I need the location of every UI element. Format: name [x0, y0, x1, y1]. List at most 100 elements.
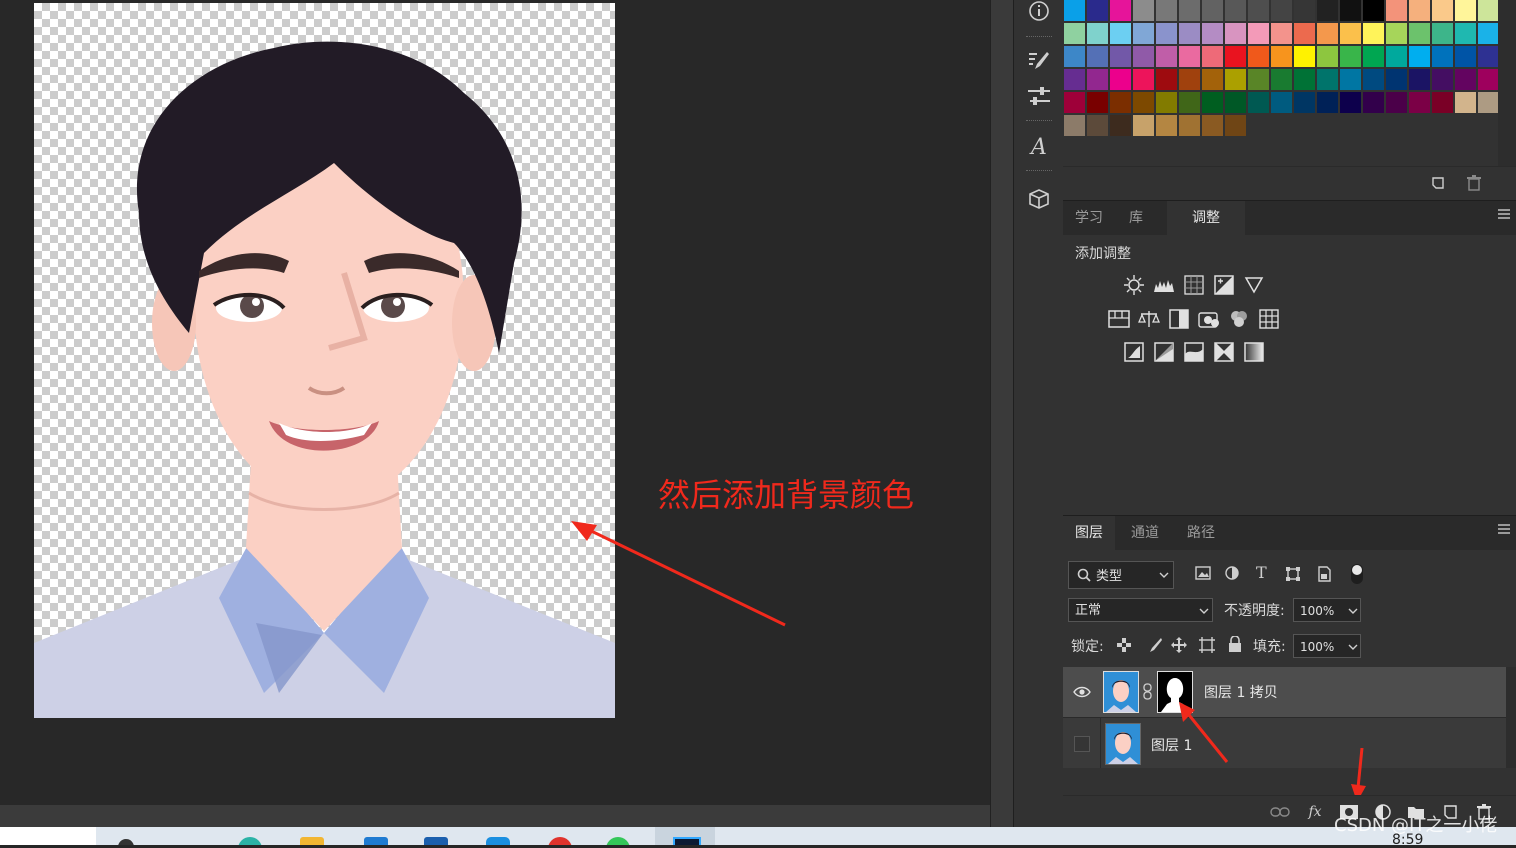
color-swatch[interactable] — [1386, 0, 1407, 21]
color-swatch[interactable] — [1110, 92, 1131, 113]
3d-cube-icon[interactable] — [1014, 182, 1064, 216]
color-swatch[interactable] — [1087, 115, 1108, 136]
color-swatch[interactable] — [1202, 0, 1223, 21]
color-swatch[interactable] — [1294, 23, 1315, 44]
color-swatch[interactable] — [1179, 69, 1200, 90]
color-swatch[interactable] — [1478, 0, 1499, 21]
color-swatch[interactable] — [1133, 69, 1154, 90]
color-swatch[interactable] — [1317, 23, 1338, 44]
swatches-grid[interactable] — [1063, 0, 1516, 166]
layer-name[interactable]: 图层 1 拷贝 — [1204, 682, 1278, 702]
color-swatch[interactable] — [1478, 69, 1499, 90]
color-swatch[interactable] — [1064, 0, 1085, 21]
app-icon-navy[interactable] — [424, 837, 448, 845]
tab-layers[interactable]: 图层 — [1063, 516, 1115, 550]
color-swatch[interactable] — [1271, 46, 1292, 67]
hue-saturation-icon[interactable] — [1108, 308, 1130, 330]
opacity-input[interactable]: 100% — [1293, 598, 1361, 622]
color-swatch[interactable] — [1432, 46, 1453, 67]
color-swatch[interactable] — [1248, 92, 1269, 113]
visibility-toggle-hidden[interactable] — [1074, 736, 1090, 752]
color-swatch[interactable] — [1064, 92, 1085, 113]
color-swatch[interactable] — [1363, 46, 1384, 67]
filter-type-icon[interactable]: T — [1256, 563, 1267, 582]
exposure-icon[interactable] — [1213, 274, 1235, 296]
new-swatch-icon[interactable] — [1430, 175, 1446, 195]
lock-image-brush-icon[interactable] — [1146, 637, 1162, 657]
color-swatch[interactable] — [1271, 92, 1292, 113]
color-balance-icon[interactable] — [1138, 308, 1160, 330]
panel-divider[interactable] — [990, 0, 1013, 827]
eye-icon[interactable] — [1073, 686, 1091, 698]
brightness-contrast-icon[interactable] — [1123, 274, 1145, 296]
color-swatch[interactable] — [1133, 115, 1154, 136]
color-swatch[interactable] — [1386, 23, 1407, 44]
photoshop-taskbar-item[interactable] — [655, 827, 715, 845]
color-swatch[interactable] — [1248, 69, 1269, 90]
posterize-icon[interactable] — [1153, 341, 1175, 363]
color-swatch[interactable] — [1179, 46, 1200, 67]
layer-thumbnail[interactable] — [1105, 723, 1141, 765]
properties-sliders-icon[interactable] — [1014, 80, 1064, 114]
app-icon-shield[interactable] — [486, 837, 510, 845]
color-swatch[interactable] — [1363, 92, 1384, 113]
filter-smart-object-icon[interactable] — [1316, 566, 1332, 586]
color-swatch[interactable] — [1156, 46, 1177, 67]
color-swatch[interactable] — [1455, 46, 1476, 67]
color-swatch[interactable] — [1225, 69, 1246, 90]
search-icon[interactable] — [118, 839, 134, 845]
tab-learn[interactable]: 学习 — [1063, 201, 1115, 235]
color-swatch[interactable] — [1087, 0, 1108, 21]
color-swatch[interactable] — [1363, 23, 1384, 44]
color-swatch[interactable] — [1317, 0, 1338, 21]
levels-icon[interactable] — [1153, 274, 1175, 296]
layers-scrollbar[interactable] — [1506, 667, 1516, 768]
color-swatch[interactable] — [1156, 92, 1177, 113]
color-swatch[interactable] — [1455, 23, 1476, 44]
color-swatch[interactable] — [1386, 92, 1407, 113]
layers-panel-menu-icon[interactable] — [1498, 524, 1510, 536]
color-swatch[interactable] — [1202, 92, 1223, 113]
color-lookup-icon[interactable] — [1258, 308, 1280, 330]
browser-icon[interactable] — [238, 837, 262, 845]
layer-filter-select[interactable]: 类型 — [1068, 561, 1174, 589]
color-swatch[interactable] — [1179, 23, 1200, 44]
color-swatch[interactable] — [1409, 0, 1430, 21]
glyphs-icon[interactable]: A — [1014, 130, 1064, 164]
color-swatch[interactable] — [1110, 46, 1131, 67]
color-swatch[interactable] — [1409, 46, 1430, 67]
vibrance-icon[interactable] — [1243, 274, 1265, 296]
swatches-scrollbar[interactable] — [1498, 0, 1516, 166]
color-swatch[interactable] — [1317, 46, 1338, 67]
filter-pixel-icon[interactable] — [1195, 566, 1211, 584]
color-swatch[interactable] — [1363, 0, 1384, 21]
color-swatch[interactable] — [1317, 69, 1338, 90]
layer-row-copy[interactable]: 图层 1 拷贝 — [1063, 667, 1506, 717]
color-swatch[interactable] — [1064, 115, 1085, 136]
color-swatch[interactable] — [1478, 23, 1499, 44]
filter-shape-icon[interactable] — [1285, 566, 1301, 586]
color-swatch[interactable] — [1133, 23, 1154, 44]
color-swatch[interactable] — [1248, 46, 1269, 67]
folder-icon[interactable] — [300, 837, 324, 845]
color-swatch[interactable] — [1179, 0, 1200, 21]
app-icon-blue[interactable] — [364, 837, 388, 845]
lock-position-icon[interactable] — [1171, 637, 1187, 657]
blend-mode-select[interactable]: 正常 — [1068, 598, 1213, 622]
color-swatch[interactable] — [1087, 69, 1108, 90]
mask-link-icon[interactable] — [1143, 683, 1153, 701]
info-icon[interactable] — [1014, 0, 1064, 28]
brush-settings-icon[interactable] — [1014, 44, 1064, 78]
color-swatch[interactable] — [1087, 92, 1108, 113]
color-swatch[interactable] — [1064, 23, 1085, 44]
threshold-icon[interactable] — [1183, 341, 1205, 363]
color-swatch[interactable] — [1110, 23, 1131, 44]
color-swatch[interactable] — [1271, 69, 1292, 90]
color-swatch[interactable] — [1225, 23, 1246, 44]
lock-all-icon[interactable] — [1228, 635, 1242, 657]
delete-swatch-icon[interactable] — [1466, 174, 1482, 196]
color-swatch[interactable] — [1455, 0, 1476, 21]
color-swatch[interactable] — [1087, 46, 1108, 67]
curves-icon[interactable] — [1183, 274, 1205, 296]
layer-row-original[interactable]: 图层 1 — [1063, 718, 1506, 768]
